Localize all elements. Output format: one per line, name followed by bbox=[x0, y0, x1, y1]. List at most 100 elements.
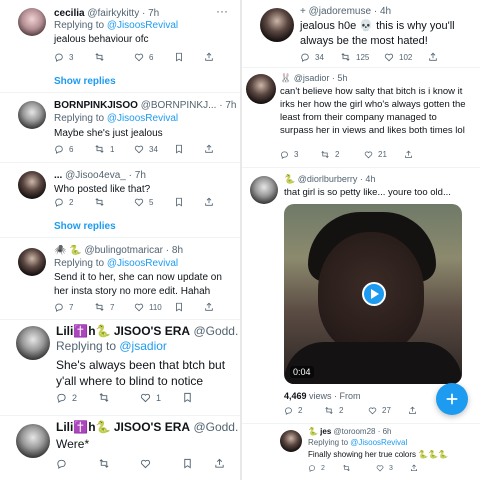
retweet-button[interactable]: 7 bbox=[94, 302, 134, 312]
bookmark-button[interactable] bbox=[182, 392, 214, 403]
handle[interactable]: @diorlburberry bbox=[298, 174, 358, 184]
bookmark-button[interactable] bbox=[182, 458, 214, 469]
retweet-button[interactable]: 1 bbox=[94, 144, 134, 154]
mention-link[interactable]: @JisoosRevival bbox=[107, 258, 178, 269]
reply-button[interactable]: 2 bbox=[284, 406, 324, 415]
display-name[interactable]: BORNPINKJISOO bbox=[54, 100, 138, 111]
handle[interactable]: @BORNPINKJ... bbox=[141, 100, 217, 111]
reply-button[interactable]: 2 bbox=[54, 197, 94, 207]
retweet-button[interactable]: 2 bbox=[324, 406, 368, 415]
mention-link[interactable]: @jsadior bbox=[119, 339, 167, 353]
reply-button[interactable]: 3 bbox=[280, 150, 320, 159]
play-icon[interactable] bbox=[362, 282, 386, 306]
avatar[interactable] bbox=[16, 424, 50, 458]
display-name[interactable]: 🐍 jes bbox=[308, 427, 331, 436]
share-button[interactable] bbox=[204, 52, 214, 62]
tweet-bulingotmaricar[interactable]: 🕷️ 🐍 @bulingotmaricar · 8h Replying to @… bbox=[0, 238, 240, 320]
handle[interactable]: @Godd... bbox=[193, 324, 238, 338]
timestamp[interactable]: 8h bbox=[172, 245, 183, 256]
share-button[interactable] bbox=[404, 150, 413, 159]
share-button[interactable] bbox=[428, 52, 438, 62]
share-button[interactable] bbox=[204, 302, 214, 312]
handle[interactable]: @Godd... bbox=[193, 420, 238, 434]
show-replies-link[interactable]: Show replies bbox=[54, 221, 116, 232]
avatar[interactable] bbox=[18, 171, 46, 199]
bookmark-button[interactable] bbox=[174, 197, 204, 207]
timestamp[interactable]: 6h bbox=[383, 427, 392, 436]
display-name[interactable]: 🐍 bbox=[284, 174, 295, 184]
like-button[interactable]: 3 bbox=[376, 464, 410, 472]
mention-link[interactable]: @JisoosRevival bbox=[350, 438, 407, 447]
retweet-button[interactable] bbox=[94, 197, 134, 207]
retweet-button[interactable]: 2 bbox=[320, 150, 364, 159]
handle[interactable]: @fairkykitty bbox=[87, 8, 139, 19]
reply-button[interactable]: 2 bbox=[308, 464, 342, 472]
timestamp[interactable]: 5h bbox=[337, 73, 347, 83]
tweet-lili-1[interactable]: Lili✝️h🐍 JISOO'S ERA @Godd... · 4 Replyi… bbox=[0, 320, 240, 416]
retweet-button[interactable] bbox=[98, 458, 140, 469]
handle[interactable]: @jadoremuse bbox=[309, 6, 371, 17]
reply-button[interactable]: 6 bbox=[54, 144, 94, 154]
more-options-icon[interactable]: ··· bbox=[216, 4, 228, 18]
share-button[interactable] bbox=[214, 458, 225, 469]
video-player[interactable]: 0:04 bbox=[284, 204, 462, 384]
avatar[interactable] bbox=[246, 74, 276, 104]
timestamp[interactable]: 7h bbox=[225, 100, 236, 111]
share-button[interactable] bbox=[410, 464, 418, 472]
show-replies-link[interactable]: Show replies bbox=[54, 76, 116, 87]
reply-button[interactable]: 7 bbox=[54, 302, 94, 312]
tweet-toroom28[interactable]: 🐍 jes @toroom28 · 6h Replying to @Jisoos… bbox=[242, 424, 480, 480]
bookmark-button[interactable] bbox=[174, 302, 204, 312]
reply-button[interactable]: 34 bbox=[300, 52, 340, 62]
avatar[interactable] bbox=[280, 430, 302, 452]
mention-link[interactable]: @JisoosRevival bbox=[107, 20, 178, 31]
handle[interactable]: @bulingotmaricar bbox=[84, 245, 163, 256]
avatar[interactable] bbox=[18, 101, 46, 129]
tweet-jisoo4eva[interactable]: ... @Jisoo4eva_ · 7h Who posted like tha… bbox=[0, 163, 240, 238]
timestamp[interactable]: 4h bbox=[365, 174, 375, 184]
like-button[interactable]: 27 bbox=[368, 406, 408, 415]
tweet-jadoremuse[interactable]: + @jadoremuse · 4h jealous h0e 💀 this is… bbox=[242, 0, 480, 68]
timestamp[interactable]: 4h bbox=[380, 6, 391, 17]
tweet-lili-2[interactable]: Lili✝️h🐍 JISOO'S ERA @Godd... · 4h Were* bbox=[0, 416, 240, 480]
display-name[interactable]: Lili✝️h🐍 JISOO'S ERA bbox=[56, 324, 190, 338]
reply-button[interactable]: 2 bbox=[56, 392, 98, 403]
bookmark-button[interactable] bbox=[174, 52, 204, 62]
display-name[interactable]: + bbox=[300, 6, 309, 17]
timestamp[interactable]: 7h bbox=[135, 170, 146, 181]
timestamp[interactable]: 7h bbox=[148, 8, 159, 19]
mention-link[interactable]: @JisoosRevival bbox=[107, 113, 178, 124]
display-name[interactable]: Lili✝️h🐍 JISOO'S ERA bbox=[56, 420, 190, 434]
handle[interactable]: @jsadior bbox=[294, 73, 330, 83]
share-button[interactable] bbox=[204, 197, 214, 207]
share-button[interactable] bbox=[204, 144, 214, 154]
like-button[interactable] bbox=[140, 458, 182, 469]
avatar[interactable] bbox=[18, 248, 46, 276]
avatar[interactable] bbox=[260, 8, 294, 42]
views-label[interactable]: views · From bbox=[309, 391, 361, 401]
tweet-cecilia[interactable]: cecilia @fairkykitty · 7h ··· Replying t… bbox=[0, 0, 240, 93]
display-name[interactable]: cecilia bbox=[54, 8, 85, 19]
bookmark-button[interactable] bbox=[174, 144, 204, 154]
handle[interactable]: @Jisoo4eva_ bbox=[65, 170, 126, 181]
share-button[interactable] bbox=[408, 406, 417, 415]
reply-button[interactable]: 3 bbox=[54, 52, 94, 62]
handle[interactable]: @toroom28 bbox=[334, 427, 376, 436]
avatar[interactable] bbox=[250, 176, 278, 204]
display-name[interactable]: ... bbox=[54, 170, 62, 181]
retweet-button[interactable]: 125 bbox=[340, 52, 384, 62]
tweet-bornpinkjisoo[interactable]: BORNPINKJISOO @BORNPINKJ... · 7h Replyin… bbox=[0, 93, 240, 163]
like-button[interactable]: 5 bbox=[134, 197, 174, 207]
like-button[interactable]: 1 bbox=[140, 392, 182, 403]
like-button[interactable]: 110 bbox=[134, 302, 174, 312]
display-name[interactable]: 🕷️ 🐍 bbox=[54, 245, 82, 256]
like-button[interactable]: 102 bbox=[384, 52, 428, 62]
display-name[interactable]: 🐰 bbox=[280, 73, 291, 83]
avatar[interactable] bbox=[18, 8, 46, 36]
like-button[interactable]: 21 bbox=[364, 150, 404, 159]
like-button[interactable]: 6 bbox=[134, 52, 174, 62]
retweet-button[interactable] bbox=[94, 52, 134, 62]
retweet-button[interactable] bbox=[342, 464, 376, 472]
retweet-button[interactable] bbox=[98, 392, 140, 403]
reply-button[interactable] bbox=[56, 458, 98, 469]
